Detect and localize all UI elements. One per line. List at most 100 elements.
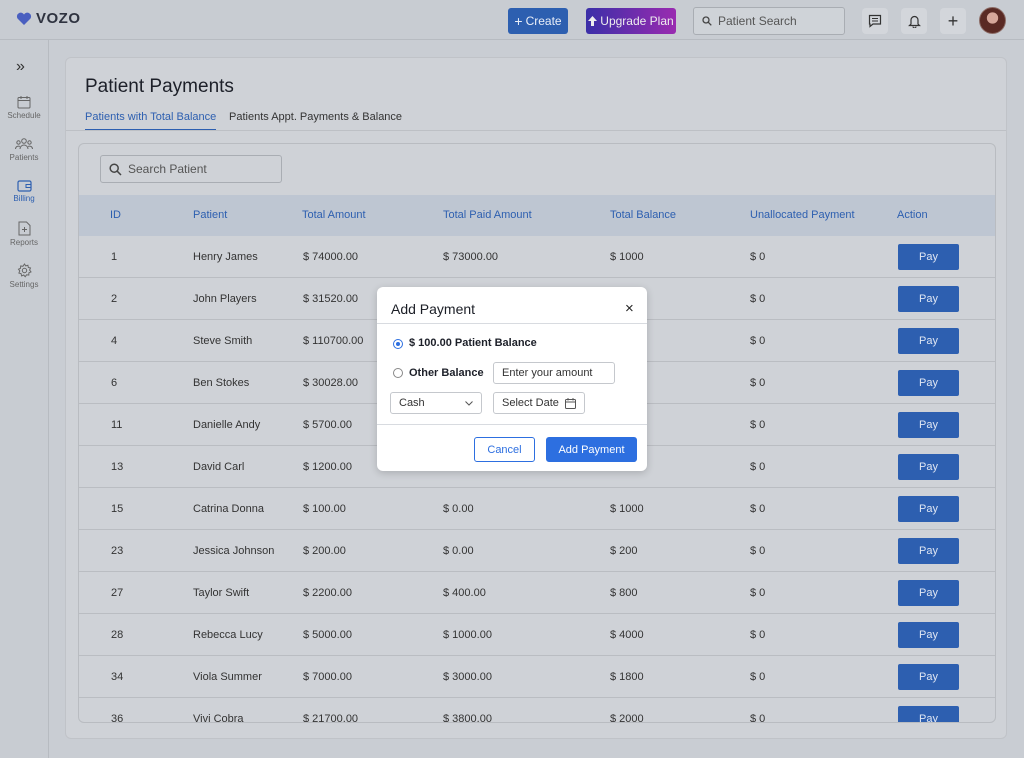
table-row: 1 Henry James $ 74000.00 $ 73000.00 $ 10… [79,236,995,278]
cell-id: 28 [111,629,124,641]
cancel-button[interactable]: Cancel [474,437,535,462]
pay-button[interactable]: Pay [898,664,959,690]
pay-button[interactable]: Pay [898,538,959,564]
patient-search-input[interactable]: Patient Search [693,7,845,35]
close-icon[interactable]: × [625,300,634,317]
cell-total-amount: $ 21700.00 [303,713,359,723]
plus-icon: + [514,13,523,29]
cell-total-balance: $ 4000 [610,629,644,641]
modal-title: Add Payment [391,301,476,317]
report-icon [18,221,30,236]
column-header-id: ID [110,209,121,221]
cell-total-balance: $ 1800 [610,671,644,683]
patient-balance-radio[interactable] [393,339,403,349]
app-name: VOZO [36,10,81,27]
app-logo[interactable]: VOZO [16,10,81,27]
pay-button[interactable]: Pay [898,370,959,396]
wallet-icon [16,180,32,192]
search-patient-placeholder: Search Patient [128,162,207,176]
upgrade-plan-button[interactable]: Upgrade Plan [586,8,676,34]
tab-patients-appt-payments[interactable]: Patients Appt. Payments & Balance [229,111,402,131]
amount-input-placeholder: Enter your amount [502,367,593,379]
cell-total-amount: $ 30028.00 [303,377,359,389]
tab-patients-with-total-balance[interactable]: Patients with Total Balance [85,111,217,131]
cell-patient: David Carl [193,461,245,473]
pay-button[interactable]: Pay [898,580,959,606]
add-button[interactable]: + [940,8,966,34]
cell-total-paid: $ 400.00 [443,587,486,599]
messages-button[interactable] [862,8,888,34]
cell-total-amount: $ 1200.00 [303,461,352,473]
cell-id: 6 [111,377,118,389]
payment-method-select[interactable]: Cash [390,392,482,414]
cell-total-balance: $ 2000 [610,713,644,723]
top-bar: VOZO + Create Upgrade Plan Patient Searc… [0,0,1024,40]
sidebar-item-label: Schedule [7,111,41,120]
create-button[interactable]: + Create [508,8,568,34]
pay-button[interactable]: Pay [898,622,959,648]
pay-button[interactable]: Pay [898,454,959,480]
other-balance-radio[interactable] [393,368,403,378]
sidebar-item-schedule[interactable]: Schedule [0,95,48,120]
pay-button[interactable]: Pay [898,706,959,722]
sidebar-item-label: Patients [9,153,39,162]
cell-unallocated: $ 0 [750,713,766,723]
calendar-icon [17,96,31,109]
cell-patient: Steve Smith [193,335,253,347]
cell-total-paid: $ 1000.00 [443,629,492,641]
pay-button[interactable]: Pay [898,286,959,312]
cell-id: 27 [111,587,124,599]
heart-logo-icon [16,12,32,25]
cell-id: 2 [111,293,118,305]
payment-method-value: Cash [399,397,425,409]
cell-total-amount: $ 2200.00 [303,587,352,599]
cell-total-amount: $ 31520.00 [303,293,359,305]
cell-id: 11 [111,419,123,431]
cell-unallocated: $ 0 [750,671,766,683]
pay-button[interactable]: Pay [898,496,959,522]
people-icon [15,138,33,150]
pay-button[interactable]: Pay [898,412,959,438]
cell-unallocated: $ 0 [750,251,766,263]
cell-patient: Henry James [193,251,258,263]
sidebar-item-patients[interactable]: Patients [0,137,48,162]
cell-patient: Vivi Cobra [193,713,244,723]
search-patient-input[interactable]: Search Patient [100,155,282,183]
cell-total-amount: $ 5000.00 [303,629,352,641]
column-header-patient: Patient [193,209,228,221]
date-picker-input[interactable]: Select Date [493,392,585,414]
user-avatar[interactable] [979,7,1006,34]
cell-unallocated: $ 0 [750,461,766,473]
cell-total-paid: $ 0.00 [443,503,474,515]
cell-patient: Danielle Andy [193,419,261,431]
expand-sidebar-icon[interactable]: » [16,58,25,76]
add-payment-button[interactable]: Add Payment [546,437,637,462]
sidebar-item-settings[interactable]: Settings [0,263,48,289]
pay-button[interactable]: Pay [898,244,959,270]
plus-icon: + [947,11,959,31]
pay-button[interactable]: Pay [898,328,959,354]
cell-patient: Rebecca Lucy [193,629,263,641]
search-icon [702,16,712,26]
sidebar-item-billing[interactable]: Billing [0,179,48,203]
modal-divider [377,424,647,425]
cell-total-balance: $ 1000 [610,251,644,263]
cell-id: 4 [111,335,118,347]
cell-patient: Taylor Swift [193,587,250,599]
upgrade-plan-label: Upgrade Plan [600,14,674,28]
amount-input[interactable]: Enter your amount [493,362,615,384]
cell-unallocated: $ 0 [750,545,766,557]
arrow-up-icon [588,16,598,26]
table-row: 36 Vivi Cobra $ 21700.00 $ 3800.00 $ 200… [79,698,995,723]
cell-total-paid: $ 3000.00 [443,671,492,683]
notifications-button[interactable] [901,8,927,34]
sidebar-item-reports[interactable]: Reports [0,221,48,247]
add-payment-modal: Add Payment × $ 100.00 Patient Balance O… [377,287,647,471]
cell-id: 36 [111,713,124,723]
cell-unallocated: $ 0 [750,629,766,641]
cell-id: 13 [111,461,124,473]
cell-total-amount: $ 7000.00 [303,671,352,683]
cell-total-amount: $ 74000.00 [303,251,359,263]
patient-search-placeholder: Patient Search [718,14,797,28]
patient-balance-label: $ 100.00 Patient Balance [409,337,537,349]
